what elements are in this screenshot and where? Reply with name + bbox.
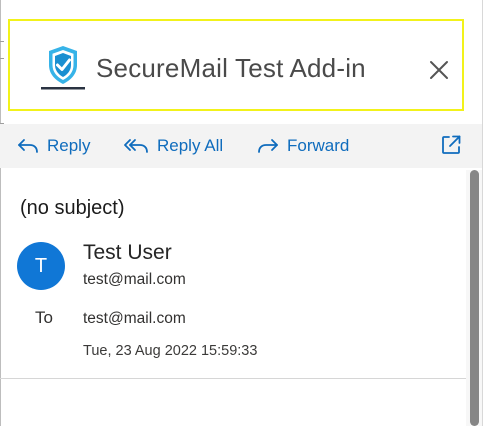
edge-tick bbox=[0, 41, 4, 42]
forward-icon bbox=[258, 139, 278, 153]
reply-all-button[interactable]: Reply All bbox=[123, 134, 223, 158]
popout-icon bbox=[442, 135, 461, 154]
close-button[interactable] bbox=[428, 59, 450, 81]
scrollbar-thumb[interactable] bbox=[470, 170, 479, 426]
reply-all-label: Reply All bbox=[157, 136, 224, 155]
sender-name: Test User bbox=[83, 241, 172, 264]
close-icon bbox=[430, 61, 448, 79]
sender-email: test@mail.com bbox=[83, 271, 186, 288]
pane-left-border bbox=[0, 0, 1, 426]
forward-button[interactable]: Forward bbox=[257, 134, 349, 158]
message-subject: (no subject) bbox=[20, 197, 125, 219]
avatar-initial: T bbox=[34, 254, 48, 277]
edge-tick bbox=[0, 58, 4, 59]
shield-check-icon bbox=[41, 44, 85, 90]
message-date: Tue, 23 Aug 2022 15:59:33 bbox=[83, 343, 258, 359]
message-action-bar: Reply Reply All Forward bbox=[0, 124, 482, 168]
reply-all-icon bbox=[124, 139, 148, 153]
divider bbox=[0, 378, 466, 379]
avatar: T bbox=[17, 242, 65, 290]
addin-title: SecureMail Test Add-in bbox=[96, 53, 366, 83]
popout-button[interactable] bbox=[440, 134, 462, 156]
reply-label: Reply bbox=[47, 136, 91, 155]
forward-label: Forward bbox=[287, 136, 350, 155]
recipient-email: test@mail.com bbox=[83, 310, 186, 327]
addin-pane: SecureMail Test Add-in Reply Reply All F… bbox=[0, 0, 483, 426]
addin-header: SecureMail Test Add-in bbox=[8, 19, 464, 111]
to-label: To bbox=[35, 308, 53, 327]
reply-icon bbox=[18, 139, 38, 153]
reply-button[interactable]: Reply bbox=[17, 134, 90, 158]
